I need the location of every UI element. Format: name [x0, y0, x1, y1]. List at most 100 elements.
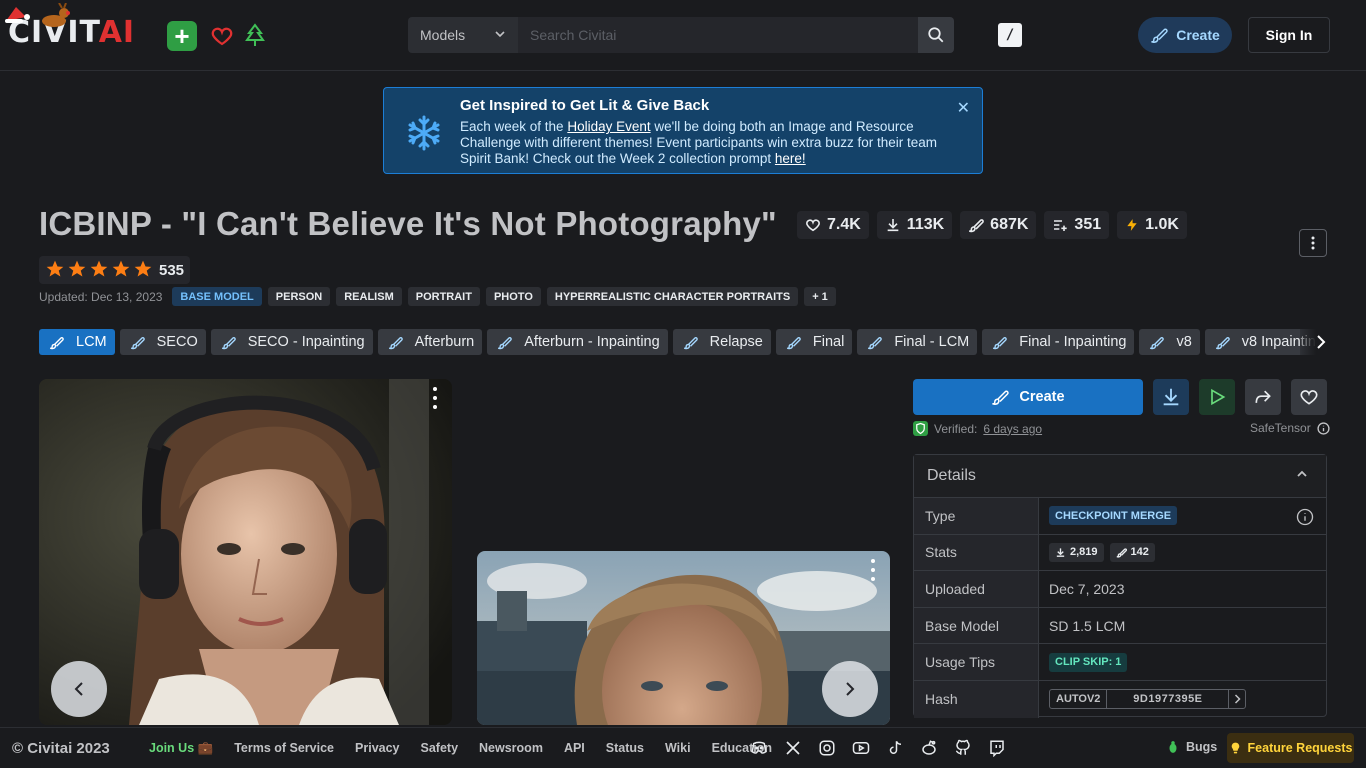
lightning-bolt-icon — [1127, 219, 1137, 231]
holiday-event-link[interactable]: Holiday Event — [567, 119, 650, 134]
create-button[interactable]: Create — [913, 379, 1143, 415]
version-label: v8 — [1176, 334, 1192, 350]
footer: © Civitai 2023 Join Us 💼 Terms of Servic… — [0, 727, 1366, 768]
details-key: Hash — [914, 680, 1039, 718]
brush-icon — [683, 336, 698, 349]
version-tab-final-lcm[interactable]: Final - LCM — [857, 329, 978, 355]
tag-photo[interactable]: PHOTO — [485, 287, 541, 306]
bugs-link[interactable]: Bugs — [1166, 740, 1217, 754]
footer-link-newsroom[interactable]: Newsroom — [479, 741, 543, 756]
base-model-tag[interactable]: BASE MODEL — [172, 287, 262, 306]
top-header: CIVITAI + Models / Create Sign In — [0, 0, 1366, 71]
buzz-count: 1.0K — [1145, 216, 1179, 233]
model-menu-button[interactable] — [1299, 229, 1327, 257]
details-row-stats: Stats 2,819 142 — [914, 534, 1326, 572]
chevron-up-icon — [1297, 470, 1307, 477]
version-tab-seco-inpainting[interactable]: SECO - Inpainting — [210, 329, 373, 355]
hash-field[interactable]: AUTOV2 9D1977395E — [1049, 689, 1247, 710]
search-input[interactable] — [518, 17, 918, 53]
heart-button[interactable] — [207, 21, 237, 51]
versions-scroll-right-button[interactable] — [1300, 329, 1327, 355]
tag-person[interactable]: PERSON — [267, 287, 331, 306]
carousel-next-button[interactable] — [822, 661, 878, 717]
version-tab-afterburn-inpainting[interactable]: Afterburn - Inpainting — [487, 329, 668, 355]
brush-icon — [992, 390, 1010, 405]
rating-badge[interactable]: 535 — [39, 256, 191, 284]
star-icon — [133, 259, 153, 282]
play-icon — [1211, 388, 1226, 406]
stats-generations-badge: 142 — [1109, 542, 1155, 562]
version-tab-v8[interactable]: v8 — [1139, 329, 1200, 355]
more-tags-button[interactable]: + 1 — [804, 287, 836, 306]
brush-icon — [1116, 548, 1127, 558]
search-category-select[interactable]: Models — [408, 17, 518, 53]
heart-icon — [1300, 390, 1318, 405]
banner-close-button[interactable]: ✕ — [957, 98, 970, 118]
verified-label: Verified: — [934, 421, 978, 436]
share-button[interactable] — [1245, 379, 1281, 415]
sign-in-button[interactable]: Sign In — [1248, 17, 1330, 53]
civitai-logo[interactable]: CIVITAI — [5, 2, 136, 52]
clip-skip-badge: CLIP SKIP: 1 — [1049, 652, 1128, 672]
download-button[interactable] — [1153, 379, 1189, 415]
collections-badge: 351 — [1044, 211, 1110, 239]
footer-link-terms[interactable]: Terms of Service — [234, 741, 334, 756]
add-plus-button[interactable]: + — [167, 21, 197, 51]
reddit-icon[interactable] — [920, 739, 938, 757]
footer-link-status[interactable]: Status — [606, 741, 644, 756]
star-icon — [45, 259, 65, 282]
tree-button[interactable] — [240, 21, 270, 51]
search-category-value: Models — [420, 27, 466, 43]
feature-requests-button[interactable]: Feature Requests — [1227, 733, 1354, 763]
favorite-button[interactable] — [1291, 379, 1327, 415]
discord-icon[interactable] — [750, 739, 768, 757]
version-label: Final - LCM — [894, 334, 970, 350]
version-label: SECO — [156, 334, 198, 350]
run-button[interactable] — [1199, 379, 1235, 415]
chevron-left-icon — [74, 682, 83, 696]
header-create-button[interactable]: Create — [1138, 17, 1232, 53]
footer-link-api[interactable]: API — [564, 741, 585, 756]
footer-link-safety[interactable]: Safety — [421, 741, 459, 756]
version-tab-seco[interactable]: SECO — [119, 329, 206, 355]
search-button[interactable] — [918, 17, 954, 53]
tiktok-icon[interactable] — [886, 739, 904, 757]
version-tab-relapse[interactable]: Relapse — [672, 329, 771, 355]
version-tab-afterburn[interactable]: Afterburn — [377, 329, 483, 355]
details-row-hash: Hash AUTOV2 9D1977395E — [914, 680, 1326, 718]
version-tab-final-inpainting[interactable]: Final - Inpainting — [982, 329, 1135, 355]
twitch-icon[interactable] — [988, 739, 1006, 757]
details-key: Base Model — [914, 607, 1039, 644]
file-format-info[interactable]: SafeTensor — [1250, 421, 1330, 435]
footer-links: Join Us 💼 Terms of Service Privacy Safet… — [149, 741, 772, 756]
version-tab-final[interactable]: Final — [775, 329, 853, 355]
details-key: Uploaded — [914, 571, 1039, 607]
info-icon[interactable] — [1296, 508, 1314, 526]
carousel-prev-button[interactable] — [51, 661, 107, 717]
verified-time-link[interactable]: 6 days ago — [983, 422, 1042, 436]
footer-link-privacy[interactable]: Privacy — [355, 741, 399, 756]
search-field-wrap: / — [518, 17, 1022, 53]
footer-link-wiki[interactable]: Wiki — [665, 741, 691, 756]
logo-text-accent: AI — [98, 14, 136, 50]
version-tab-lcm[interactable]: LCM — [39, 329, 115, 355]
rating-count: 535 — [159, 261, 185, 279]
github-icon[interactable] — [954, 739, 972, 757]
banner-text-part: Each week of the — [460, 119, 568, 134]
image-menu-button[interactable] — [870, 559, 876, 581]
x-twitter-icon[interactable] — [784, 739, 802, 757]
hash-next-button[interactable] — [1229, 690, 1245, 708]
details-header[interactable]: Details — [914, 455, 1326, 498]
instagram-icon[interactable] — [818, 739, 836, 757]
youtube-icon[interactable] — [852, 739, 870, 757]
details-row-type: Type CHECKPOINT MERGE — [914, 498, 1326, 535]
image-menu-button[interactable] — [432, 387, 438, 409]
generations-badge: 687K — [960, 211, 1037, 239]
collection-prompt-link[interactable]: here! — [775, 151, 806, 166]
tag-portrait[interactable]: PORTRAIT — [407, 287, 480, 306]
heart-icon — [806, 219, 820, 232]
tag-hyperrealistic[interactable]: HYPERREALISTIC CHARACTER PORTRAITS — [546, 287, 799, 306]
footer-link-join-us[interactable]: Join Us 💼 — [149, 741, 213, 756]
tag-realism[interactable]: REALISM — [336, 287, 402, 306]
copyright: © Civitai 2023 — [12, 740, 110, 757]
